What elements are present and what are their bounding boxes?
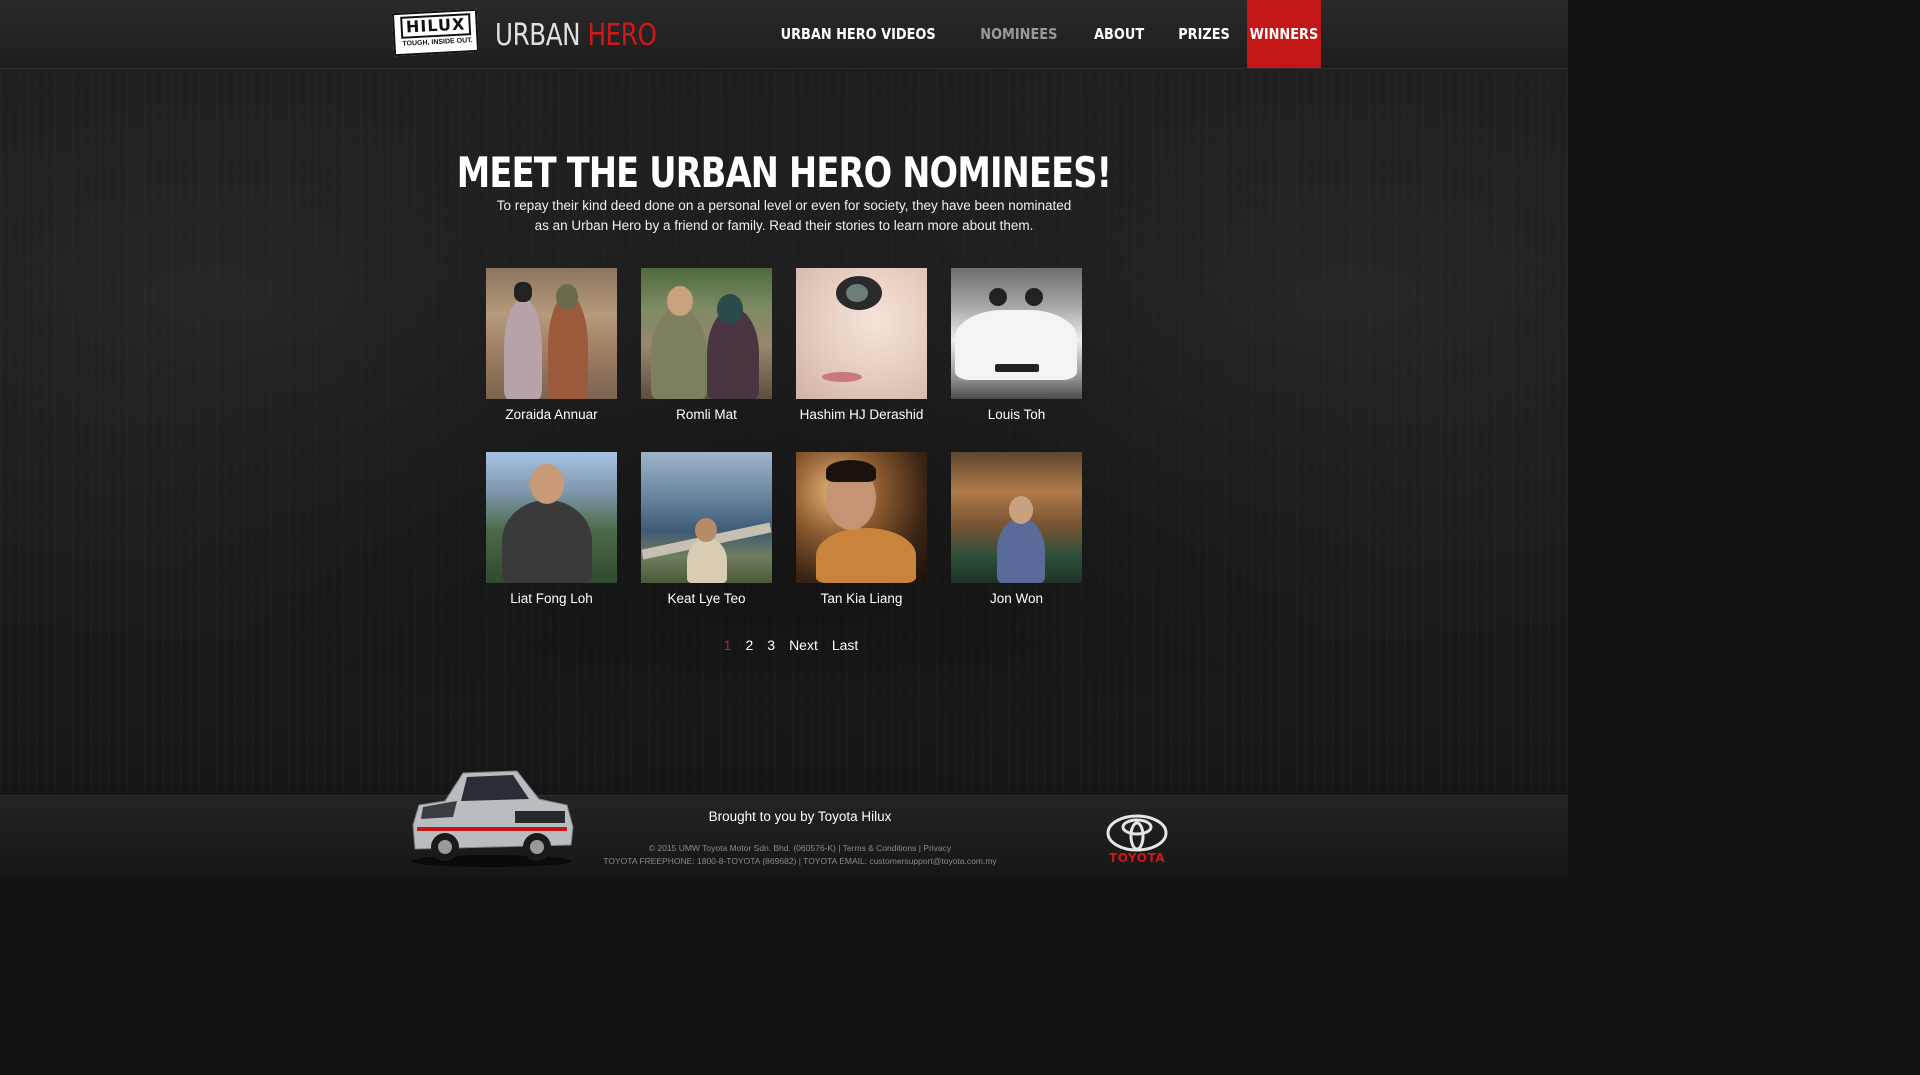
nominee-photo[interactable] — [486, 268, 617, 399]
nominee-name[interactable]: Tan Kia Liang — [796, 591, 927, 606]
site-header: HILUX TOUGH, INSIDE OUT. URBAN HERO URBA… — [0, 0, 1568, 69]
nominee-photo[interactable] — [641, 452, 772, 583]
nav-nominees[interactable]: NOMINEES — [969, 0, 1068, 68]
nominee-name[interactable]: Louis Toh — [951, 407, 1082, 422]
nominee-name[interactable]: Zoraida Annuar — [486, 407, 617, 422]
hilux-logo[interactable]: HILUX TOUGH, INSIDE OUT. — [391, 8, 480, 57]
nominee-name[interactable]: Liat Fong Loh — [486, 591, 617, 606]
nav-prizes[interactable]: PRIZES — [1167, 0, 1241, 68]
nominee-name[interactable]: Hashim HJ Derashid — [796, 407, 927, 422]
nominee-photo[interactable] — [486, 452, 617, 583]
legal-line-1: © 2015 UMW Toyota Motor Sdn. Bhd. (06057… — [648, 843, 952, 853]
toyota-wordmark: TOYOTA — [1109, 851, 1165, 865]
nominee-card[interactable]: Jon Won — [951, 452, 1082, 636]
nominee-photo[interactable] — [796, 452, 927, 583]
nominee-card[interactable]: Keat Lye Teo — [641, 452, 772, 636]
nominee-photo[interactable] — [796, 268, 927, 399]
page-link-2[interactable]: 2 — [745, 637, 753, 653]
copyright-text: © 2015 UMW Toyota Motor Sdn. Bhd. (06057… — [648, 843, 836, 853]
urban-hero-logo[interactable]: URBAN HERO — [495, 16, 657, 56]
toyota-emblem-icon — [1106, 814, 1168, 852]
nominee-photo[interactable] — [951, 452, 1082, 583]
privacy-link[interactable]: Privacy — [923, 843, 951, 853]
page-link-3[interactable]: 3 — [767, 637, 775, 653]
nominee-card[interactable]: Romli Mat — [641, 268, 772, 452]
nominee-photo[interactable] — [951, 268, 1082, 399]
hilux-logo-tagline: TOUGH, INSIDE OUT. — [402, 37, 473, 48]
nav-winners-tab[interactable]: WINNERS — [1247, 0, 1322, 68]
nominee-name[interactable]: Jon Won — [951, 591, 1082, 606]
nominee-card[interactable]: Liat Fong Loh — [486, 452, 617, 636]
nominee-name[interactable]: Keat Lye Teo — [641, 591, 772, 606]
brought-to-you-text: Brought to you by Toyota Hilux — [708, 809, 892, 824]
nav-about[interactable]: ABOUT — [1083, 0, 1155, 68]
nominee-card[interactable]: Hashim HJ Derashid — [796, 268, 927, 452]
nominees-grid: Zoraida Annuar Romli Mat Hashim HJ Deras… — [486, 268, 1086, 636]
next-page-link[interactable]: Next — [789, 637, 818, 653]
footer-legal: © 2015 UMW Toyota Motor Sdn. Bhd. (06057… — [580, 842, 1020, 868]
brand-urban: URBAN — [495, 18, 581, 53]
brand-hero: HERO — [587, 18, 657, 53]
nav-urban-hero-videos[interactable]: URBAN HERO VIDEOS — [769, 0, 946, 68]
nominee-photo[interactable] — [641, 268, 772, 399]
toyota-logo[interactable]: TOYOTA — [1106, 814, 1168, 868]
terms-link[interactable]: Terms & Conditions — [843, 843, 917, 853]
pagination: 1 2 3 Next Last — [0, 637, 1568, 653]
nav-winners[interactable]: WINNERS — [1250, 0, 1319, 68]
nominee-card[interactable]: Louis Toh — [951, 268, 1082, 452]
nominee-card[interactable]: Zoraida Annuar — [486, 268, 617, 452]
contact-line: TOYOTA FREEPHONE: 1800-8-TOYOTA (869682)… — [603, 856, 997, 866]
page-link-1[interactable]: 1 — [724, 637, 732, 653]
last-page-link[interactable]: Last — [832, 637, 858, 653]
hilux-logo-word: HILUX — [400, 13, 472, 39]
main-nav: URBAN HERO VIDEOS NOMINEES ABOUT PRIZES … — [755, 0, 1322, 68]
nominee-name[interactable]: Romli Mat — [641, 407, 772, 422]
nominee-card[interactable]: Tan Kia Liang — [796, 452, 927, 636]
page-subtitle: To repay their kind deed done on a perso… — [496, 198, 1072, 233]
page-title: MEET THE URBAN HERO NOMINEES! — [456, 148, 1112, 197]
